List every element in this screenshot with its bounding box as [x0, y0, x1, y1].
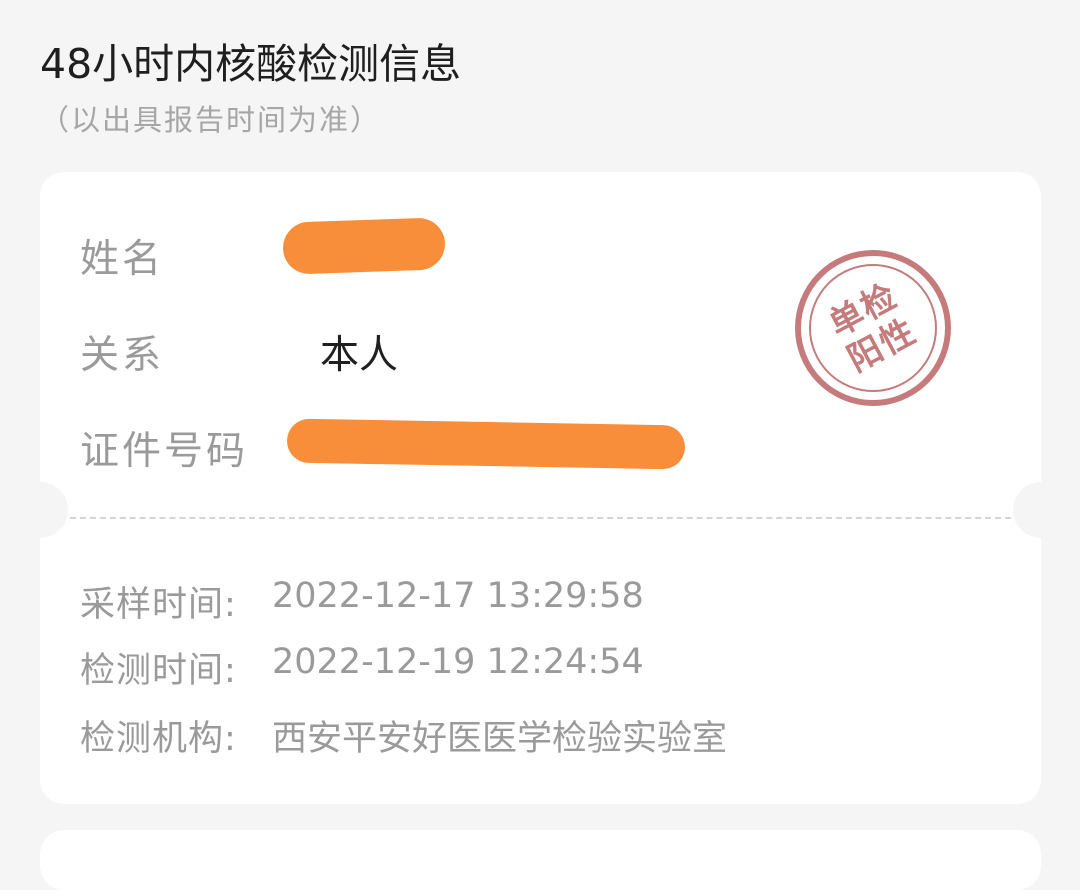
sampling-time-label: 采样时间:: [80, 585, 237, 625]
test-time-label: 检测时间:: [80, 651, 237, 691]
test-institution-label: 检测机构:: [80, 719, 237, 759]
test-institution-value: 西安平安好医医学检验实验室: [272, 719, 728, 759]
ticket-notch-left: [12, 482, 68, 538]
page-subtitle: （以出具报告时间为准）: [40, 103, 382, 137]
stamp-seal: 单检 阳性: [795, 250, 951, 406]
name-label: 姓名: [80, 237, 165, 282]
stamp-text: 单检 阳性: [776, 231, 971, 426]
test-info-card: 姓名 关系 本人 证件号码 单检 阳性 采样时间: 2022-12-17 13:…: [12, 172, 1069, 804]
id-number-redaction: [286, 418, 686, 470]
test-time-value: 2022-12-19 12:24:54: [272, 642, 644, 682]
relation-value: 本人: [320, 333, 399, 378]
sampling-time-value: 2022-12-17 13:29:58: [272, 576, 644, 616]
id-number-label: 证件号码: [80, 429, 249, 474]
ticket-notch-right: [1013, 482, 1069, 538]
name-redaction: [282, 217, 446, 275]
page-title: 48小时内核酸检测信息: [40, 40, 462, 88]
dashed-divider: [70, 517, 1011, 519]
relation-label: 关系: [80, 333, 165, 378]
next-card: [40, 830, 1041, 890]
